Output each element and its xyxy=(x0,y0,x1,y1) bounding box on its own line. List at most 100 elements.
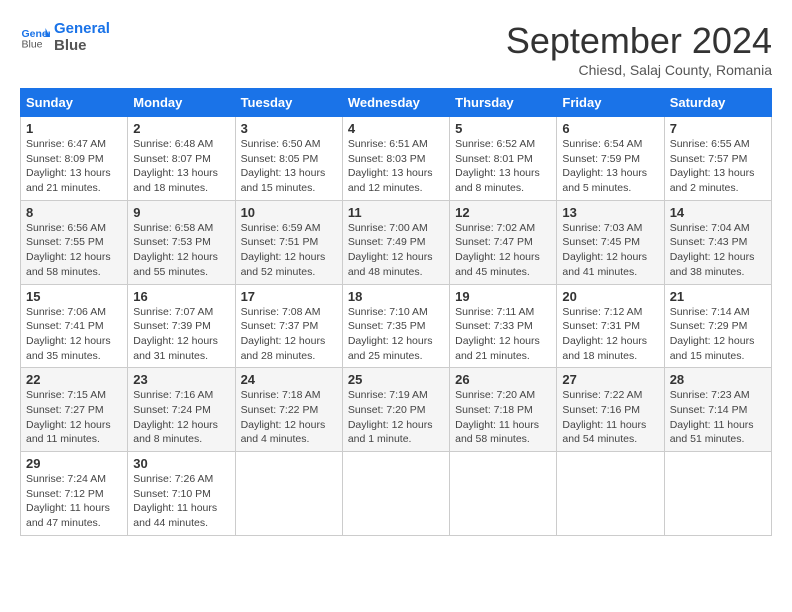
table-row: 19 Sunrise: 7:11 AM Sunset: 7:33 PM Dayl… xyxy=(450,284,557,368)
daylight-label: Daylight: 13 hours and 12 minutes. xyxy=(348,167,433,194)
col-tuesday: Tuesday xyxy=(235,89,342,117)
sunset-label: Sunset: 8:01 PM xyxy=(455,153,533,165)
day-info: Sunrise: 6:48 AM Sunset: 8:07 PM Dayligh… xyxy=(133,137,229,196)
sunrise-label: Sunrise: 7:03 AM xyxy=(562,222,642,234)
day-number: 4 xyxy=(348,121,444,136)
sunrise-label: Sunrise: 7:24 AM xyxy=(26,473,106,485)
day-info: Sunrise: 7:16 AM Sunset: 7:24 PM Dayligh… xyxy=(133,388,229,447)
sunset-label: Sunset: 7:12 PM xyxy=(26,488,104,500)
day-number: 21 xyxy=(670,289,766,304)
day-info: Sunrise: 7:23 AM Sunset: 7:14 PM Dayligh… xyxy=(670,388,766,447)
sunset-label: Sunset: 7:29 PM xyxy=(670,320,748,332)
sunset-label: Sunset: 8:05 PM xyxy=(241,153,319,165)
table-row: 16 Sunrise: 7:07 AM Sunset: 7:39 PM Dayl… xyxy=(128,284,235,368)
table-row: 20 Sunrise: 7:12 AM Sunset: 7:31 PM Dayl… xyxy=(557,284,664,368)
sunset-label: Sunset: 7:35 PM xyxy=(348,320,426,332)
sunrise-label: Sunrise: 7:22 AM xyxy=(562,389,642,401)
daylight-label: Daylight: 12 hours and 18 minutes. xyxy=(562,335,647,362)
sunrise-label: Sunrise: 6:56 AM xyxy=(26,222,106,234)
sunset-label: Sunset: 7:39 PM xyxy=(133,320,211,332)
table-row: 5 Sunrise: 6:52 AM Sunset: 8:01 PM Dayli… xyxy=(450,117,557,201)
col-sunday: Sunday xyxy=(21,89,128,117)
table-row: 21 Sunrise: 7:14 AM Sunset: 7:29 PM Dayl… xyxy=(664,284,771,368)
sunset-label: Sunset: 8:09 PM xyxy=(26,153,104,165)
day-info: Sunrise: 6:56 AM Sunset: 7:55 PM Dayligh… xyxy=(26,221,122,280)
title-block: September 2024 Chiesd, Salaj County, Rom… xyxy=(506,20,772,78)
sunrise-label: Sunrise: 6:59 AM xyxy=(241,222,321,234)
table-row: 29 Sunrise: 7:24 AM Sunset: 7:12 PM Dayl… xyxy=(21,452,128,536)
calendar-row: 29 Sunrise: 7:24 AM Sunset: 7:12 PM Dayl… xyxy=(21,452,772,536)
day-info: Sunrise: 6:51 AM Sunset: 8:03 PM Dayligh… xyxy=(348,137,444,196)
day-info: Sunrise: 7:08 AM Sunset: 7:37 PM Dayligh… xyxy=(241,305,337,364)
sunset-label: Sunset: 7:45 PM xyxy=(562,236,640,248)
daylight-label: Daylight: 13 hours and 2 minutes. xyxy=(670,167,755,194)
daylight-label: Daylight: 12 hours and 8 minutes. xyxy=(133,419,218,446)
day-number: 5 xyxy=(455,121,551,136)
sunset-label: Sunset: 7:16 PM xyxy=(562,404,640,416)
sunrise-label: Sunrise: 7:16 AM xyxy=(133,389,213,401)
daylight-label: Daylight: 12 hours and 25 minutes. xyxy=(348,335,433,362)
day-info: Sunrise: 6:58 AM Sunset: 7:53 PM Dayligh… xyxy=(133,221,229,280)
sunset-label: Sunset: 7:57 PM xyxy=(670,153,748,165)
day-info: Sunrise: 7:10 AM Sunset: 7:35 PM Dayligh… xyxy=(348,305,444,364)
day-info: Sunrise: 7:24 AM Sunset: 7:12 PM Dayligh… xyxy=(26,472,122,531)
day-info: Sunrise: 7:12 AM Sunset: 7:31 PM Dayligh… xyxy=(562,305,658,364)
sunset-label: Sunset: 7:24 PM xyxy=(133,404,211,416)
day-number: 16 xyxy=(133,289,229,304)
sunset-label: Sunset: 7:33 PM xyxy=(455,320,533,332)
sunrise-label: Sunrise: 7:00 AM xyxy=(348,222,428,234)
day-info: Sunrise: 6:50 AM Sunset: 8:05 PM Dayligh… xyxy=(241,137,337,196)
logo-icon: General Blue xyxy=(20,22,50,52)
day-number: 8 xyxy=(26,205,122,220)
sunrise-label: Sunrise: 7:08 AM xyxy=(241,306,321,318)
sunset-label: Sunset: 7:53 PM xyxy=(133,236,211,248)
sunset-label: Sunset: 7:43 PM xyxy=(670,236,748,248)
sunset-label: Sunset: 7:55 PM xyxy=(26,236,104,248)
calendar-table: Sunday Monday Tuesday Wednesday Thursday… xyxy=(20,88,772,536)
sunset-label: Sunset: 7:22 PM xyxy=(241,404,319,416)
sunset-label: Sunset: 7:18 PM xyxy=(455,404,533,416)
day-number: 3 xyxy=(241,121,337,136)
daylight-label: Daylight: 12 hours and 31 minutes. xyxy=(133,335,218,362)
day-info: Sunrise: 7:07 AM Sunset: 7:39 PM Dayligh… xyxy=(133,305,229,364)
sunrise-label: Sunrise: 7:19 AM xyxy=(348,389,428,401)
table-row: 25 Sunrise: 7:19 AM Sunset: 7:20 PM Dayl… xyxy=(342,368,449,452)
sunset-label: Sunset: 7:59 PM xyxy=(562,153,640,165)
sunset-label: Sunset: 7:14 PM xyxy=(670,404,748,416)
day-number: 12 xyxy=(455,205,551,220)
table-row xyxy=(450,452,557,536)
sunset-label: Sunset: 7:27 PM xyxy=(26,404,104,416)
sunset-label: Sunset: 7:47 PM xyxy=(455,236,533,248)
day-number: 11 xyxy=(348,205,444,220)
sunrise-label: Sunrise: 6:54 AM xyxy=(562,138,642,150)
table-row xyxy=(235,452,342,536)
daylight-label: Daylight: 11 hours and 58 minutes. xyxy=(455,419,539,446)
sunset-label: Sunset: 7:49 PM xyxy=(348,236,426,248)
day-number: 30 xyxy=(133,456,229,471)
table-row: 11 Sunrise: 7:00 AM Sunset: 7:49 PM Dayl… xyxy=(342,200,449,284)
calendar-row: 8 Sunrise: 6:56 AM Sunset: 7:55 PM Dayli… xyxy=(21,200,772,284)
sunrise-label: Sunrise: 6:48 AM xyxy=(133,138,213,150)
day-number: 6 xyxy=(562,121,658,136)
sunset-label: Sunset: 7:51 PM xyxy=(241,236,319,248)
table-row: 23 Sunrise: 7:16 AM Sunset: 7:24 PM Dayl… xyxy=(128,368,235,452)
sunrise-label: Sunrise: 7:07 AM xyxy=(133,306,213,318)
day-number: 25 xyxy=(348,372,444,387)
sunrise-label: Sunrise: 7:20 AM xyxy=(455,389,535,401)
sunrise-label: Sunrise: 7:04 AM xyxy=(670,222,750,234)
table-row: 22 Sunrise: 7:15 AM Sunset: 7:27 PM Dayl… xyxy=(21,368,128,452)
month-title: September 2024 xyxy=(506,20,772,62)
day-number: 23 xyxy=(133,372,229,387)
daylight-label: Daylight: 12 hours and 52 minutes. xyxy=(241,251,326,278)
sunrise-label: Sunrise: 6:52 AM xyxy=(455,138,535,150)
sunset-label: Sunset: 7:20 PM xyxy=(348,404,426,416)
table-row: 7 Sunrise: 6:55 AM Sunset: 7:57 PM Dayli… xyxy=(664,117,771,201)
day-number: 24 xyxy=(241,372,337,387)
daylight-label: Daylight: 13 hours and 5 minutes. xyxy=(562,167,647,194)
sunset-label: Sunset: 7:31 PM xyxy=(562,320,640,332)
table-row: 6 Sunrise: 6:54 AM Sunset: 7:59 PM Dayli… xyxy=(557,117,664,201)
day-number: 29 xyxy=(26,456,122,471)
table-row: 17 Sunrise: 7:08 AM Sunset: 7:37 PM Dayl… xyxy=(235,284,342,368)
daylight-label: Daylight: 12 hours and 21 minutes. xyxy=(455,335,540,362)
day-number: 26 xyxy=(455,372,551,387)
